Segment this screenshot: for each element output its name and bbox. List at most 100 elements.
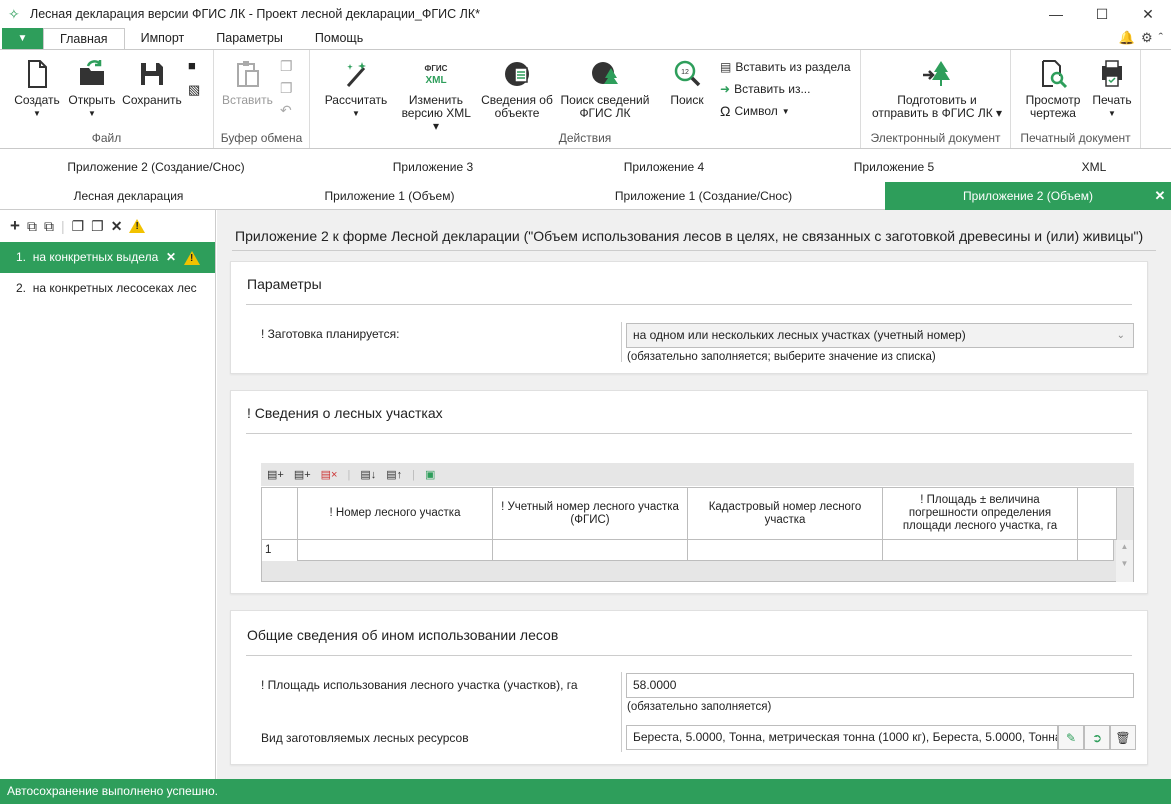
cut-icon[interactable]: ❐	[280, 80, 293, 97]
fit-icon[interactable]: ▣	[425, 468, 435, 481]
table-toolbar: ▤+ ▤+ ▤× | ▤↓ ▤↑ | ▣	[261, 463, 1134, 486]
search-button[interactable]: 12 Поиск	[662, 58, 712, 107]
collapse-ribbon-icon[interactable]: ˆ	[1159, 30, 1163, 46]
copy-icon[interactable]: ❐	[280, 58, 293, 75]
import-button[interactable]: ➲	[1084, 725, 1110, 750]
section-list-item[interactable]: 2. на конкретных лесосеках лес	[0, 273, 215, 304]
settings-gear-icon[interactable]: ⚙	[1141, 30, 1153, 46]
open-folder-small-icon[interactable]: ▧	[188, 82, 200, 98]
column-header[interactable]: ! Номер лесного участка	[298, 488, 493, 540]
ribbon-group-electronic-document: Подготовить и отправить в ФГИС ЛК ▾ Элек…	[861, 50, 1011, 148]
area-label: ! Площадь использования лесного участка …	[261, 678, 578, 692]
calculate-button[interactable]: Рассчитать ▼	[324, 58, 388, 120]
column-header[interactable]: ! Учетный номер лесного участка (ФГИС)	[493, 488, 688, 540]
title-bar: ✧ Лесная декларация версии ФГИС ЛК - Про…	[0, 0, 1171, 28]
insert-from-section-button[interactable]: ▤ Вставить из раздела	[720, 60, 851, 74]
table-cell[interactable]	[493, 540, 688, 561]
tab-appendix-2-volume[interactable]: Приложение 2 (Объем) ✕	[885, 182, 1171, 210]
move-down-icon[interactable]: ▤↓	[360, 468, 376, 481]
status-text: Автосохранение выполнено успешно.	[7, 784, 218, 798]
document-tabs-row-1: Приложение 2 (Создание/Снос) Приложение …	[0, 153, 1171, 182]
omega-icon: Ω	[720, 103, 731, 119]
create-button[interactable]: Создать ▼	[12, 58, 62, 120]
forest-plots-table: ! Номер лесного участка ! Учетный номер …	[261, 487, 1134, 582]
tab-import[interactable]: Импорт	[125, 28, 201, 50]
tab-help[interactable]: Помощь	[299, 28, 379, 50]
object-info-label-2: объекте	[494, 106, 540, 120]
tab-home[interactable]: Главная	[43, 28, 125, 50]
column-header[interactable]: Кадастровый номер лесного участка	[688, 488, 883, 540]
harvest-hint: (обязательно заполняется; выберите значе…	[627, 351, 936, 363]
table-cell-filler	[1078, 540, 1114, 561]
open-button[interactable]: Открыть ▼	[66, 58, 118, 120]
delete-icon[interactable]: ✕	[111, 218, 123, 235]
scroll-down-icon[interactable]: ▼	[1116, 559, 1133, 568]
tab-appendix-1-creation[interactable]: Приложение 1 (Создание/Снос)	[522, 182, 885, 210]
parameters-card: Параметры ! Заготовка планируется: на од…	[230, 261, 1148, 374]
move-up-icon[interactable]: ▤↑	[386, 468, 402, 481]
delete-row-icon[interactable]: ▤×	[321, 468, 338, 481]
svg-text:XML: XML	[425, 75, 446, 86]
quick-access-menu-button[interactable]: ▼	[2, 28, 43, 49]
print-button[interactable]: Печать ▼	[1089, 58, 1135, 120]
tab-appendix-1-volume[interactable]: Приложение 1 (Объем)	[257, 182, 522, 210]
warning-icon[interactable]	[129, 219, 146, 233]
globe-document-icon	[505, 62, 529, 86]
remove-item-icon[interactable]: ✕	[166, 242, 176, 273]
column-header[interactable]: ! Площадь ± величина погрешности определ…	[883, 488, 1078, 540]
change-xml-version-button[interactable]: ФГИС XML Изменить версию XML ▾	[400, 58, 472, 133]
area-input[interactable]: 58.0000	[626, 673, 1134, 698]
row-header-corner	[262, 488, 298, 540]
clipboard-paste-icon	[237, 61, 259, 87]
duplicate-icon[interactable]: ❐	[72, 218, 85, 235]
notifications-bell-icon[interactable]: 🔔	[1119, 30, 1135, 46]
object-info-button[interactable]: Сведения об объекте	[478, 58, 556, 120]
copy-section-icon[interactable]: ⧉	[44, 218, 54, 235]
tab-parameters[interactable]: Параметры	[200, 28, 299, 50]
maximize-button[interactable]: ☐	[1079, 0, 1125, 28]
table-cell[interactable]	[883, 540, 1078, 561]
section-list-item[interactable]: 1. на конкретных выдела ✕	[0, 242, 215, 273]
add-child-icon[interactable]: ⧉	[27, 218, 37, 235]
table-cell[interactable]	[298, 540, 493, 561]
tab-xml[interactable]: XML	[1014, 153, 1171, 182]
close-tab-icon[interactable]: ✕	[1149, 182, 1171, 210]
insert-row-icon[interactable]: ▤+	[294, 468, 311, 481]
undo-icon[interactable]: ↶	[280, 102, 292, 119]
drawing-preview-button[interactable]: Просмотр чертежа	[1021, 58, 1085, 120]
tab-forest-declaration[interactable]: Лесная декларация	[0, 182, 257, 210]
add-icon[interactable]: +	[10, 216, 20, 236]
warning-icon	[184, 251, 200, 265]
tab-appendix-5[interactable]: Приложение 5	[774, 153, 1014, 182]
move-icon[interactable]: ❐	[91, 218, 104, 235]
scroll-up-icon[interactable]: ▲	[1116, 542, 1133, 551]
minimize-button[interactable]: —	[1033, 0, 1079, 28]
add-row-icon[interactable]: ▤+	[267, 468, 284, 481]
column-header-filler	[1078, 488, 1117, 540]
insert-from-button[interactable]: ➜ Вставить из...	[720, 82, 810, 96]
tab-appendix-4[interactable]: Приложение 4	[554, 153, 774, 182]
prepare-send-button[interactable]: Подготовить и отправить в ФГИС ЛК ▾	[869, 58, 1005, 120]
divider	[232, 250, 1156, 251]
edit-button[interactable]: ✎	[1058, 725, 1084, 750]
tab-appendix-2-creation[interactable]: Приложение 2 (Создание/Снос)	[0, 153, 312, 182]
paste-button[interactable]: Вставить	[222, 58, 273, 107]
divider	[246, 655, 1132, 656]
ribbon-tab-bar: ▼ Главная Импорт Параметры Помощь 🔔 ⚙ ˆ	[0, 28, 1171, 50]
group-label-print: Печатный документ	[1020, 131, 1131, 145]
tab-appendix-3[interactable]: Приложение 3	[312, 153, 554, 182]
harvest-select[interactable]: на одном или нескольких лесных участках …	[626, 323, 1134, 348]
save-button[interactable]: Сохранить	[122, 58, 182, 107]
search-fgis-button[interactable]: Поиск сведений ФГИС ЛК	[558, 58, 652, 120]
vertical-scrollbar[interactable]: ▲ ▼	[1116, 540, 1133, 582]
search-label: Поиск	[670, 93, 704, 107]
close-window-button[interactable]: ✕	[1125, 0, 1171, 28]
chevron-down-icon: ▼	[352, 109, 360, 118]
new-document-icon	[28, 60, 47, 88]
clear-button[interactable]: 🗑	[1110, 725, 1136, 750]
table-cell[interactable]	[688, 540, 883, 561]
resources-field[interactable]: Береста, 5.0000, Тонна, метрическая тонн…	[626, 725, 1058, 750]
insert-from-label: Вставить из...	[734, 82, 811, 96]
save-as-icon[interactable]: ■	[188, 58, 196, 73]
symbol-button[interactable]: Ω Символ ▼	[720, 103, 790, 119]
